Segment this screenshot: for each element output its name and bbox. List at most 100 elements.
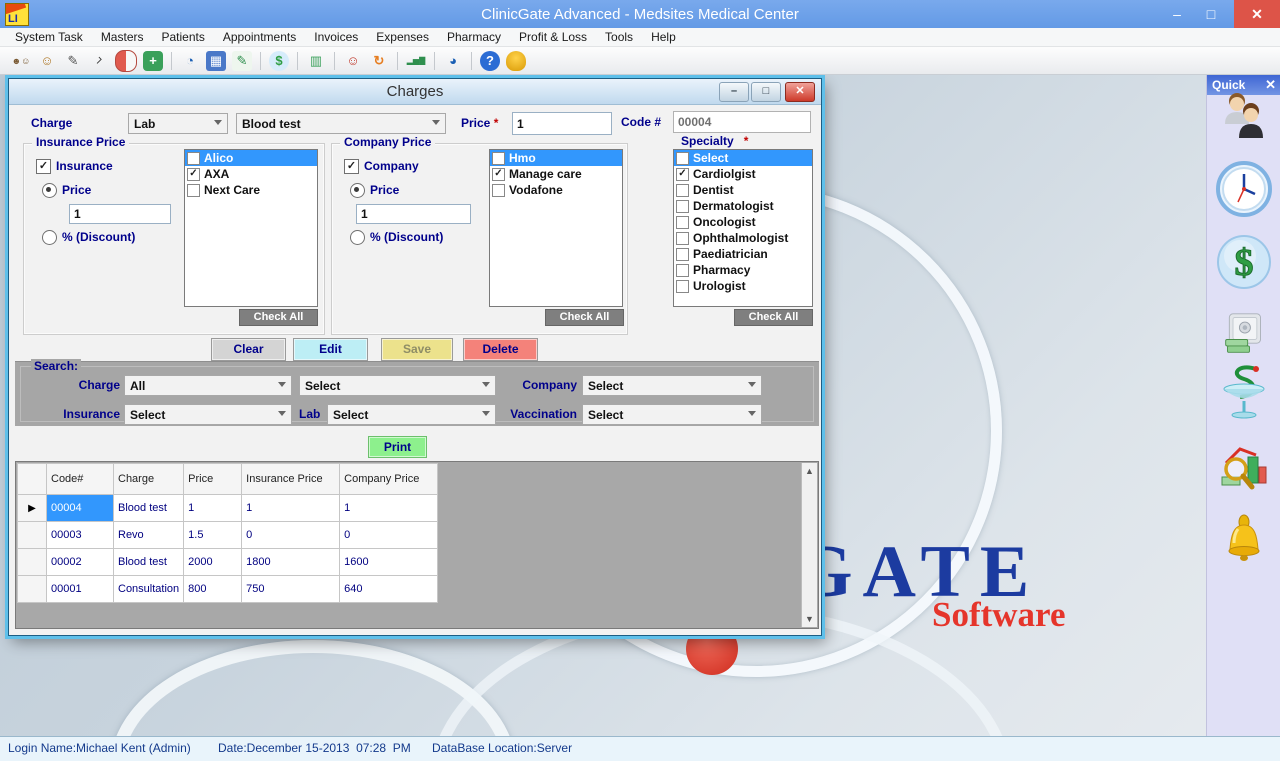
- search-company-combobox[interactable]: Select: [582, 375, 762, 396]
- company-check-all-button[interactable]: Check All: [545, 309, 624, 326]
- medical-kit-icon[interactable]: +: [143, 51, 163, 71]
- checkbox-icon[interactable]: [187, 152, 200, 165]
- cell-insurance[interactable]: 0: [242, 522, 340, 549]
- doctor-icon[interactable]: ☺: [343, 51, 363, 71]
- menu-expenses[interactable]: Expenses: [367, 28, 438, 47]
- specialty-list[interactable]: Select✓CardiolgistDentistDermatologistOn…: [673, 149, 813, 307]
- checkbox-icon[interactable]: [676, 232, 689, 245]
- menu-invoices[interactable]: Invoices: [305, 28, 367, 47]
- company-price-input[interactable]: [356, 204, 471, 224]
- cell-price[interactable]: 1: [184, 495, 242, 522]
- patients-pair-icon[interactable]: ☻☺: [11, 51, 31, 71]
- cell-company[interactable]: 1600: [340, 549, 438, 576]
- dialog-titlebar[interactable]: Charges – □ ✕: [9, 79, 821, 105]
- save-button[interactable]: Save: [381, 338, 453, 361]
- cell-code[interactable]: 00001: [47, 576, 114, 603]
- bell-icon[interactable]: [506, 51, 526, 71]
- vertical-scrollbar[interactable]: ▲ ▼: [801, 463, 817, 627]
- checklist-item-alico[interactable]: Alico: [185, 150, 317, 166]
- company-discount-radio[interactable]: [350, 230, 365, 245]
- column-header-code[interactable]: Code#: [47, 464, 114, 495]
- insurance-list[interactable]: Alico✓AXANext Care: [184, 149, 318, 307]
- checkbox-icon[interactable]: [676, 200, 689, 213]
- checkbox-icon[interactable]: [187, 184, 200, 197]
- dialog-maximize-button[interactable]: □: [751, 82, 781, 102]
- insurance-price-input[interactable]: [69, 204, 171, 224]
- specialty-check-all-button[interactable]: Check All: [734, 309, 813, 326]
- cell-charge[interactable]: Consultation: [114, 576, 184, 603]
- code-input[interactable]: [673, 111, 811, 133]
- refresh-icon[interactable]: ↻: [369, 51, 389, 71]
- checklist-item-hmo[interactable]: Hmo: [490, 150, 622, 166]
- checkbox-icon[interactable]: [492, 184, 505, 197]
- cell-price[interactable]: 800: [184, 576, 242, 603]
- checkbox-icon[interactable]: [676, 184, 689, 197]
- reminder-bell-icon[interactable]: [1220, 513, 1268, 570]
- search-vaccination-combobox[interactable]: Select: [582, 404, 762, 425]
- price-input[interactable]: [512, 112, 612, 135]
- payment-note-icon[interactable]: ✎: [232, 51, 252, 71]
- checklist-item-select[interactable]: Select: [674, 150, 812, 166]
- checklist-item-dermatologist[interactable]: Dermatologist: [674, 198, 812, 214]
- signature-icon[interactable]: ✎: [63, 51, 83, 71]
- insurance-check-all-button[interactable]: Check All: [239, 309, 318, 326]
- menu-help[interactable]: Help: [642, 28, 685, 47]
- cell-insurance[interactable]: 1: [242, 495, 340, 522]
- checklist-item-vodafone[interactable]: Vodafone: [490, 182, 622, 198]
- reports-icon[interactable]: [1220, 443, 1268, 500]
- checklist-item-cardiolgist[interactable]: ✓Cardiolgist: [674, 166, 812, 182]
- column-header-price[interactable]: Price: [184, 464, 242, 495]
- insurance-checkbox[interactable]: ✓: [36, 159, 51, 174]
- calendar-icon[interactable]: ▦: [206, 51, 226, 71]
- stock-item-icon[interactable]: ▥: [306, 51, 326, 71]
- search-charge-item-combobox[interactable]: Select: [299, 375, 496, 396]
- billing-icon[interactable]: $: [1216, 234, 1272, 295]
- report-chart-icon[interactable]: ▂▅▇: [406, 51, 426, 71]
- billing-dollar-icon[interactable]: $: [269, 51, 289, 71]
- cell-company[interactable]: 0: [340, 522, 438, 549]
- patients-icon[interactable]: [1220, 90, 1268, 147]
- cell-code[interactable]: 00003: [47, 522, 114, 549]
- checklist-item-urologist[interactable]: Urologist: [674, 278, 812, 294]
- clock-icon[interactable]: ◔: [180, 51, 200, 71]
- cell-insurance[interactable]: 1800: [242, 549, 340, 576]
- cell-charge[interactable]: Blood test: [114, 495, 184, 522]
- menu-appointments[interactable]: Appointments: [214, 28, 305, 47]
- cell-insurance[interactable]: 750: [242, 576, 340, 603]
- clear-button[interactable]: Clear: [211, 338, 286, 361]
- checklist-item-ophthalmologist[interactable]: Ophthalmologist: [674, 230, 812, 246]
- search-lab-combobox[interactable]: Select: [327, 404, 496, 425]
- company-price-radio[interactable]: [350, 183, 365, 198]
- search-charge-combobox[interactable]: All: [124, 375, 292, 396]
- checkbox-icon[interactable]: [676, 280, 689, 293]
- close-button[interactable]: ✕: [1234, 0, 1280, 28]
- delete-button[interactable]: Delete: [463, 338, 538, 361]
- cell-price[interactable]: 1.5: [184, 522, 242, 549]
- minimize-button[interactable]: –: [1160, 0, 1194, 28]
- menu-patients[interactable]: Patients: [153, 28, 214, 47]
- pharmacy-icon[interactable]: [1220, 363, 1268, 424]
- checkbox-icon[interactable]: [676, 264, 689, 277]
- alarm-icon[interactable]: ◕: [443, 51, 463, 71]
- table-row[interactable]: 00002Blood test200018001600: [18, 549, 438, 576]
- row-selector[interactable]: ▶: [18, 495, 47, 522]
- checklist-item-oncologist[interactable]: Oncologist: [674, 214, 812, 230]
- insurance-discount-radio[interactable]: [42, 230, 57, 245]
- checklist-item-axa[interactable]: ✓AXA: [185, 166, 317, 182]
- appointments-icon[interactable]: [1216, 161, 1272, 222]
- checklist-item-next-care[interactable]: Next Care: [185, 182, 317, 198]
- menu-system-task[interactable]: System Task: [6, 28, 92, 47]
- cell-code[interactable]: 00002: [47, 549, 114, 576]
- checklist-item-dentist[interactable]: Dentist: [674, 182, 812, 198]
- checkbox-icon[interactable]: [492, 152, 505, 165]
- edit-button[interactable]: Edit: [293, 338, 368, 361]
- dialog-minimize-button[interactable]: –: [719, 82, 749, 102]
- row-selector[interactable]: [18, 522, 47, 549]
- scroll-up-icon[interactable]: ▲: [802, 463, 817, 479]
- menu-pharmacy[interactable]: Pharmacy: [438, 28, 510, 47]
- medicine-capsule-icon[interactable]: [115, 50, 137, 72]
- checklist-item-pharmacy[interactable]: Pharmacy: [674, 262, 812, 278]
- cell-company[interactable]: 640: [340, 576, 438, 603]
- table-row[interactable]: 00001Consultation800750640: [18, 576, 438, 603]
- help-icon[interactable]: ?: [480, 51, 500, 71]
